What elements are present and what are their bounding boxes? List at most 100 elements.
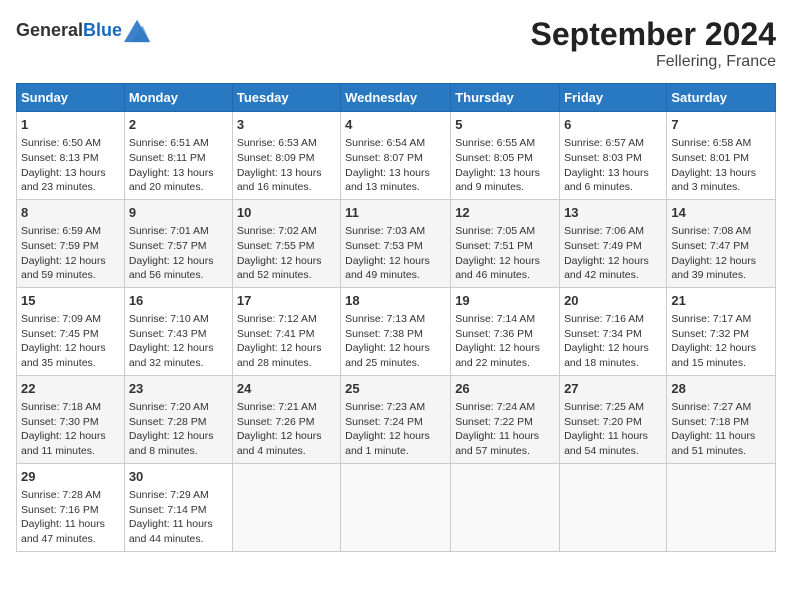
table-row: 8 Sunrise: 6:59 AM Sunset: 7:59 PM Daylight…: [17, 199, 125, 287]
day-number: 15: [21, 292, 120, 310]
sunset-label: Sunset: 7:20 PM: [564, 416, 642, 428]
table-row: 15 Sunrise: 7:09 AM Sunset: 7:45 PM Dayligh…: [17, 287, 125, 375]
sunset-label: Sunset: 7:51 PM: [455, 240, 533, 252]
table-row: 26Sunrise: 7:24 AMSunset: 7:22 PMDayligh…: [451, 375, 560, 463]
day-number: 18: [345, 292, 446, 310]
sunrise-label: Sunrise: 7:01 AM: [129, 225, 209, 237]
sunset-label: Sunset: 7:36 PM: [455, 328, 533, 340]
sunrise-label: Sunrise: 7:12 AM: [237, 313, 317, 325]
sunrise-label: Sunrise: 6:57 AM: [564, 137, 644, 149]
daylight-label: Daylight: 12 hours and 52 minutes.: [237, 255, 322, 282]
sunset-label: Sunset: 8:11 PM: [129, 152, 206, 164]
sunset-label: Sunset: 7:59 PM: [21, 240, 99, 252]
daylight-label: Daylight: 12 hours and 46 minutes.: [455, 255, 540, 282]
calendar-title: September 2024: [531, 16, 776, 53]
sunrise-label: Sunrise: 7:25 AM: [564, 401, 644, 413]
daylight-label: Daylight: 13 hours and 3 minutes.: [671, 167, 756, 194]
daylight-label: Daylight: 12 hours and 35 minutes.: [21, 342, 106, 369]
table-row: 30Sunrise: 7:29 AMSunset: 7:14 PMDayligh…: [124, 463, 232, 551]
sunset-label: Sunset: 7:49 PM: [564, 240, 642, 252]
daylight-label: Daylight: 13 hours and 23 minutes.: [21, 167, 106, 194]
sunrise-label: Sunrise: 7:16 AM: [564, 313, 644, 325]
daylight-label: Daylight: 13 hours and 9 minutes.: [455, 167, 540, 194]
col-thursday: Thursday: [451, 84, 560, 112]
table-row: 9Sunrise: 7:01 AMSunset: 7:57 PMDaylight…: [124, 199, 232, 287]
sunset-label: Sunset: 7:18 PM: [671, 416, 749, 428]
sunset-label: Sunset: 7:45 PM: [21, 328, 99, 340]
sunrise-label: Sunrise: 7:14 AM: [455, 313, 535, 325]
table-row: 1Sunrise: 6:50 AMSunset: 8:13 PMDaylight…: [17, 112, 125, 200]
daylight-label: Daylight: 11 hours and 44 minutes.: [129, 518, 213, 545]
table-row: [667, 463, 776, 551]
sunset-label: Sunset: 7:41 PM: [237, 328, 315, 340]
day-number: 12: [455, 204, 555, 222]
table-row: 18Sunrise: 7:13 AMSunset: 7:38 PMDayligh…: [341, 287, 451, 375]
sunrise-label: Sunrise: 6:54 AM: [345, 137, 425, 149]
daylight-label: Daylight: 11 hours and 57 minutes.: [455, 430, 539, 457]
table-row: 29Sunrise: 7:28 AMSunset: 7:16 PMDayligh…: [17, 463, 125, 551]
calendar-row: 8 Sunrise: 6:59 AM Sunset: 7:59 PM Daylight…: [17, 199, 776, 287]
table-row: 12Sunrise: 7:05 AMSunset: 7:51 PMDayligh…: [451, 199, 560, 287]
col-tuesday: Tuesday: [232, 84, 340, 112]
sunrise-label: Sunrise: 7:28 AM: [21, 489, 101, 501]
calendar-row: 29 Sunrise: 7:28 AM Sunset: 7:16 PM Dayligh…: [17, 463, 776, 551]
table-row: 27Sunrise: 7:25 AMSunset: 7:20 PMDayligh…: [560, 375, 667, 463]
calendar-row: 15 Sunrise: 7:09 AM Sunset: 7:45 PM Dayligh…: [17, 287, 776, 375]
daylight-label: Daylight: 11 hours and 54 minutes.: [564, 430, 648, 457]
sunrise-label: Sunrise: 7:29 AM: [129, 489, 209, 501]
day-number: 24: [237, 380, 336, 398]
daylight-label: Daylight: 12 hours and 11 minutes.: [21, 430, 106, 457]
sunset-label: Sunset: 7:57 PM: [129, 240, 207, 252]
day-number: 22: [21, 380, 120, 398]
sunset-label: Sunset: 7:16 PM: [21, 504, 99, 516]
daylight-label: Daylight: 13 hours and 20 minutes.: [129, 167, 214, 194]
day-number: 8: [21, 204, 120, 222]
sunset-label: Sunset: 8:07 PM: [345, 152, 423, 164]
sunrise-label: Sunrise: 7:17 AM: [671, 313, 751, 325]
sunset-label: Sunset: 7:43 PM: [129, 328, 207, 340]
daylight-label: Daylight: 12 hours and 39 minutes.: [671, 255, 756, 282]
table-row: 25Sunrise: 7:23 AMSunset: 7:24 PMDayligh…: [341, 375, 451, 463]
table-row: 6Sunrise: 6:57 AMSunset: 8:03 PMDaylight…: [560, 112, 667, 200]
title-block: September 2024 Fellering, France: [531, 16, 776, 71]
table-row: 22Sunrise: 7:18 AMSunset: 7:30 PMDayligh…: [17, 375, 125, 463]
sunrise-label: Sunrise: 7:03 AM: [345, 225, 425, 237]
sunrise-label: Sunrise: 6:51 AM: [129, 137, 209, 149]
table-row: [232, 463, 340, 551]
header-row: Sunday Monday Tuesday Wednesday Thursday…: [17, 84, 776, 112]
daylight-label: Daylight: 12 hours and 32 minutes.: [129, 342, 214, 369]
day-number: 4: [345, 116, 446, 134]
day-number: 13: [564, 204, 662, 222]
day-number: 20: [564, 292, 662, 310]
sunset-label: Sunset: 8:09 PM: [237, 152, 315, 164]
daylight-label: Daylight: 12 hours and 42 minutes.: [564, 255, 649, 282]
sunset-label: Sunset: 7:26 PM: [237, 416, 315, 428]
sunrise-label: Sunrise: 7:23 AM: [345, 401, 425, 413]
table-row: 13Sunrise: 7:06 AMSunset: 7:49 PMDayligh…: [560, 199, 667, 287]
sunrise-label: Sunrise: 6:59 AM: [21, 225, 101, 237]
table-row: 19Sunrise: 7:14 AMSunset: 7:36 PMDayligh…: [451, 287, 560, 375]
sunrise-label: Sunrise: 7:09 AM: [21, 313, 101, 325]
table-row: 20Sunrise: 7:16 AMSunset: 7:34 PMDayligh…: [560, 287, 667, 375]
sunset-label: Sunset: 8:05 PM: [455, 152, 533, 164]
day-number: 21: [671, 292, 771, 310]
table-row: 4Sunrise: 6:54 AMSunset: 8:07 PMDaylight…: [341, 112, 451, 200]
logo-text-blue: Blue: [83, 20, 122, 40]
day-number: 25: [345, 380, 446, 398]
sunset-label: Sunset: 7:53 PM: [345, 240, 423, 252]
day-number: 14: [671, 204, 771, 222]
table-row: 16Sunrise: 7:10 AMSunset: 7:43 PMDayligh…: [124, 287, 232, 375]
day-number: 11: [345, 204, 446, 222]
table-row: 11Sunrise: 7:03 AMSunset: 7:53 PMDayligh…: [341, 199, 451, 287]
sunset-label: Sunset: 7:22 PM: [455, 416, 533, 428]
daylight-label: Daylight: 12 hours and 59 minutes.: [21, 255, 106, 282]
sunset-label: Sunset: 7:47 PM: [671, 240, 749, 252]
day-number: 3: [237, 116, 336, 134]
daylight-label: Daylight: 12 hours and 25 minutes.: [345, 342, 430, 369]
day-number: 1: [21, 116, 120, 134]
day-number: 29: [21, 468, 120, 486]
daylight-label: Daylight: 12 hours and 22 minutes.: [455, 342, 540, 369]
daylight-label: Daylight: 12 hours and 56 minutes.: [129, 255, 214, 282]
logo: GeneralBlue: [16, 16, 152, 44]
sunset-label: Sunset: 7:30 PM: [21, 416, 99, 428]
